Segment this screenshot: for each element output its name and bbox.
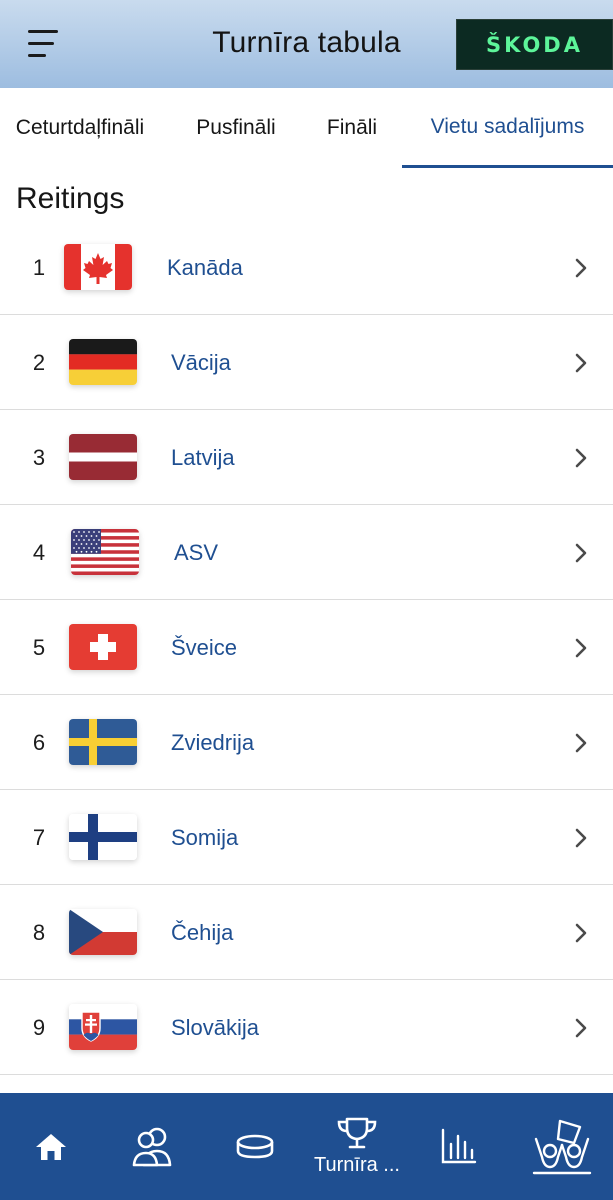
canada-flag-icon (64, 244, 132, 290)
usa-flag-icon (71, 529, 139, 575)
switzerland-flag-icon (69, 624, 137, 670)
nav-label: Turnīra ... (314, 1154, 400, 1176)
rank-number: 5 (32, 635, 46, 660)
tab-label: Pusfināli (196, 116, 276, 139)
trophy-icon (337, 1117, 377, 1149)
skoda-sponsor-logo[interactable]: ŠKODA (456, 19, 613, 70)
bottom-navigation: Turnīra ... (0, 1093, 613, 1200)
round-tabs: Ceturtdaļfināli Pusfināli Fināli Vietu s… (0, 88, 613, 168)
tab-finals[interactable]: Fināli (318, 88, 386, 168)
tab-quarterfinals[interactable]: Ceturtdaļfināli (0, 88, 160, 168)
rank-number: 2 (32, 350, 46, 375)
chevron-right-icon (575, 543, 587, 563)
tab-label: Fināli (326, 116, 378, 139)
fans-icon (532, 1119, 592, 1174)
players-icon (132, 1127, 172, 1166)
rank-number: 3 (32, 445, 46, 470)
app-header: Turnīra tabula ŠKODA (0, 0, 613, 88)
country-name: Čehija (171, 920, 234, 945)
nav-games[interactable] (210, 1093, 300, 1200)
nav-tournament-table[interactable]: Turnīra ... (312, 1093, 402, 1200)
rank-number: 7 (32, 825, 46, 850)
country-name: Slovākija (171, 1015, 260, 1040)
ranking-section-title: Reitings (16, 182, 125, 215)
list-item-usa[interactable]: 4 ASV (0, 505, 613, 600)
sweden-flag-icon (69, 719, 137, 765)
country-name: ASV (174, 540, 219, 565)
list-item-sweden[interactable]: 6 Zviedrija (0, 695, 613, 790)
rank-number: 4 (32, 540, 46, 565)
tab-label: Vietu sadalījums (430, 114, 585, 138)
chevron-right-icon (575, 638, 587, 658)
latvia-flag-icon (69, 434, 137, 480)
chevron-right-icon (575, 448, 587, 468)
chevron-right-icon (575, 353, 587, 373)
czechia-flag-icon (69, 909, 137, 955)
nav-statistics[interactable] (414, 1093, 504, 1200)
chevron-right-icon (575, 1018, 587, 1038)
slovakia-flag-icon (69, 1004, 137, 1050)
list-item-canada[interactable]: 1 Kanāda (0, 220, 613, 315)
germany-flag-icon (69, 339, 137, 385)
country-name: Kanāda (167, 255, 243, 280)
chevron-right-icon (575, 258, 587, 278)
rank-number: 1 (32, 255, 46, 280)
country-name: Vācija (171, 350, 231, 375)
list-item-czechia[interactable]: 8 Čehija (0, 885, 613, 980)
sponsor-logo-text: ŠKODA (486, 32, 583, 57)
rank-number: 6 (32, 730, 46, 755)
rank-number: 8 (32, 920, 46, 945)
tab-label: Ceturtdaļfināli (15, 116, 145, 139)
chevron-right-icon (575, 733, 587, 753)
home-icon (36, 1133, 66, 1160)
list-item-slovakia[interactable]: 9 Slovākija (0, 980, 613, 1075)
chevron-right-icon (575, 923, 587, 943)
country-name: Šveice (171, 635, 238, 660)
rank-number: 9 (32, 1015, 46, 1040)
nav-home[interactable] (6, 1093, 96, 1200)
tab-placements[interactable]: Vietu sadalījums (402, 88, 613, 168)
country-name: Zviedrija (171, 730, 255, 755)
list-item-latvia[interactable]: 3 Latvija (0, 410, 613, 505)
nav-fans[interactable] (517, 1093, 607, 1200)
list-item-finland[interactable]: 7 Somija (0, 790, 613, 885)
stats-chart-icon (441, 1128, 477, 1163)
chevron-right-icon (575, 828, 587, 848)
country-name: Somija (171, 825, 239, 850)
list-item-switzerland[interactable]: 5 Šveice (0, 600, 613, 695)
nav-players[interactable] (108, 1093, 198, 1200)
puck-icon (236, 1134, 274, 1158)
list-item-germany[interactable]: 2 Vācija (0, 315, 613, 410)
country-name: Latvija (171, 445, 235, 470)
finland-flag-icon (69, 814, 137, 860)
tab-semifinals[interactable]: Pusfināli (186, 88, 286, 168)
